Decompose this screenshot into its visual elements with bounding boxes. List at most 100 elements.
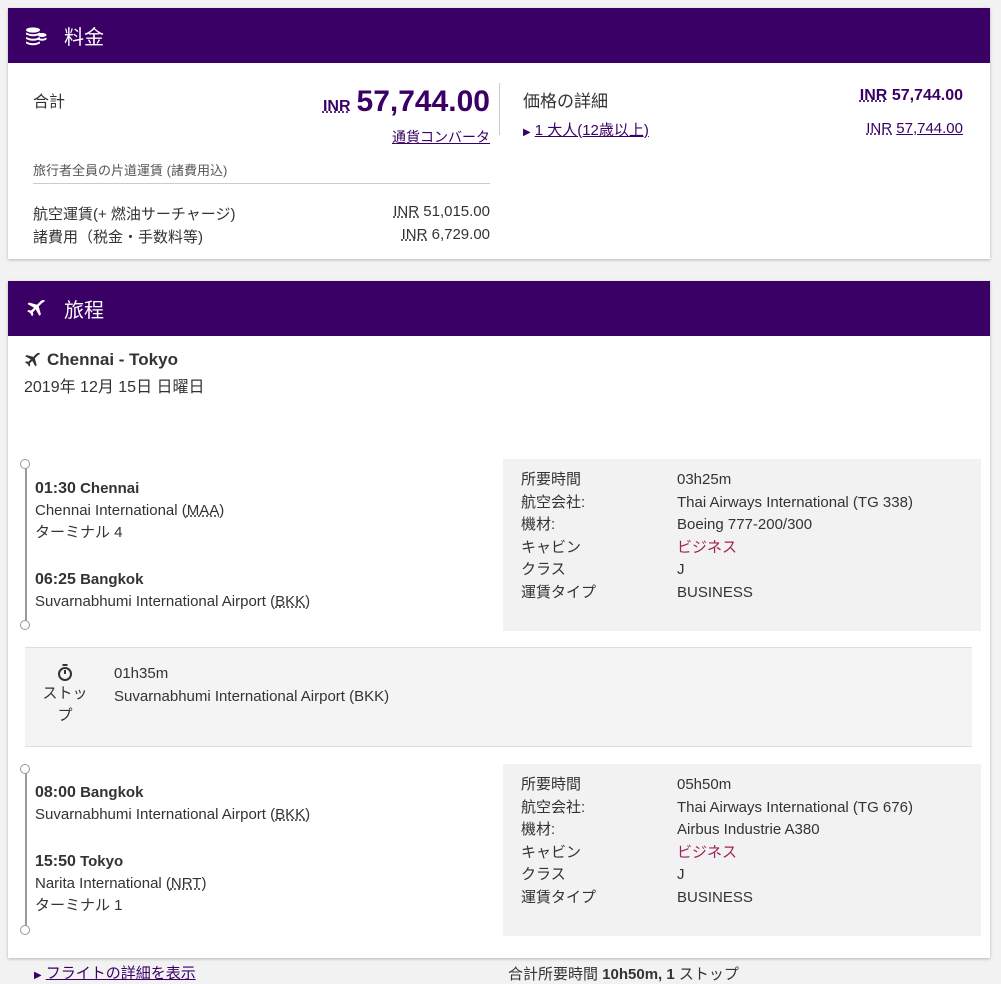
arr-terminal: ターミナル 1 [35,897,123,914]
fee-amount: 51,015.00 [423,203,490,220]
detail-label: 航空会社: [521,798,586,816]
airplane-icon [24,352,41,369]
route-date: 2019年 12月 15日 日曜日 [24,379,205,396]
stop-airport: Suvarnabhumi International Airport (BKK) [114,688,390,705]
total-stops-count: 1 [662,966,675,983]
segment-1-details: 所要時間 03h25m 航空会社: Thai Airways Internation… [503,459,981,631]
dep-code[interactable]: MAA [187,502,220,519]
stop-label-line2: プ [57,707,73,724]
dep-time: 08:00 [35,784,76,801]
detail-label: 運賃タイプ [521,583,597,601]
arr-city: Bangkok [80,571,144,588]
route-title: Chennai - Tokyo [24,350,178,370]
dep-city: Chennai [80,480,140,497]
detail-label: 機材: [521,516,556,533]
details-currency[interactable]: INR [860,87,888,104]
itinerary-panel: 旅程 Chennai - Tokyo 2019年 12月 15日 日曜日 01:… [8,281,990,983]
timeline-dot [20,925,30,935]
airplane-icon [24,297,48,321]
detail-value: Airbus Industrie A380 [677,821,820,838]
route-text: Chennai - Tokyo [47,350,178,369]
timeline-line [25,769,27,930]
total-duration-summary: 合計所要時間 10h50m, 1 ストップ [508,963,739,984]
segment-1-arrival: 06:25 Bangkok Suvarnabhumi International… [35,569,310,613]
dep-airport: Chennai International ( [35,502,187,519]
total-amount-value: 57,744.00 [356,85,490,118]
stop-box: ストッ プ 01h35m Suvarnabhumi International … [25,647,972,747]
detail-value: Thai Airways International (TG 338) [677,493,913,511]
detail-value: BUSINESS [677,888,753,906]
itinerary-header: 旅程 [8,281,990,336]
total-duration: 10h50m, [602,966,663,983]
detail-label: キャビン [521,843,582,861]
stop-label-line1: ストッ [42,685,88,702]
total-label: 合計 [33,94,66,111]
detail-value: 03h25m [677,471,732,488]
segment-2-departure: 08:00 Bangkok Suvarnabhumi International… [35,782,310,826]
triangle-right-icon: ▶ [34,970,42,981]
detail-value: J [677,561,685,578]
detail-value: 05h50m [677,776,732,793]
fee-row-airfare: 航空運賃(+ 燃油サーチャージ) INR 51,015.00 [33,203,490,224]
arr-city: Tokyo [80,853,124,870]
flight-details-label: フライトの詳細を表示 [45,965,196,982]
vertical-divider [499,83,500,135]
price-details-label: 価格の詳細 [523,92,608,111]
currency-converter-link[interactable]: 通貨コンバータ [392,127,490,147]
dep-airport: Suvarnabhumi International Airport ( [35,806,276,823]
adult-amount: INR 57,744.00 [866,120,963,137]
coins-icon [24,24,48,48]
dep-time: 01:30 [35,480,76,497]
adult-label: 1 大人(12歳以上) [534,122,649,139]
details-amount-value: 57,744.00 [891,87,963,104]
adult-currency[interactable]: INR [866,120,892,137]
detail-label: 所要時間 [521,471,582,488]
detail-label: 機材: [521,821,556,838]
detail-value: J [677,866,685,883]
arr-airport: Narita International ( [35,875,171,892]
detail-value: ビジネス [677,538,738,556]
detail-label: 航空会社: [521,493,586,511]
total-amount: INR 57,744.00 [323,85,490,119]
dep-city: Bangkok [80,784,144,801]
fee-currency[interactable]: INR [393,203,419,220]
arr-time: 06:25 [35,571,76,588]
price-header: 料金 [8,8,990,63]
stop-duration: 01h35m [114,665,169,682]
stop-label: ストッ プ [39,664,91,727]
fee-label: 諸費用（税金・手数料等) [33,229,203,246]
arr-time: 15:50 [35,853,76,870]
detail-label: 運賃タイプ [521,888,597,906]
arr-code[interactable]: BKK [275,593,305,610]
paren: ) [305,806,311,823]
segment-1-departure: 01:30 Chennai Chennai International (MAA… [35,478,224,544]
dep-code[interactable]: BKK [275,806,305,823]
triangle-right-icon: ▶ [523,127,531,138]
detail-label: クラス [521,561,566,578]
timeline-line [25,464,27,625]
paren: ) [219,502,225,519]
arr-airport: Suvarnabhumi International Airport ( [35,593,276,610]
price-panel: 料金 合計 INR 57,744.00 通貨コンバータ 旅行者全員の片道運賃 (… [8,8,990,259]
fee-currency[interactable]: INR [402,226,428,243]
segment-2-arrival: 15:50 Tokyo Narita International (NRT) タ… [35,851,206,917]
timeline-dot [20,620,30,630]
detail-label: キャビン [521,538,582,556]
total-prefix: 合計所要時間 [508,966,603,983]
detail-value: BUSINESS [677,583,753,601]
adult-expand-link[interactable]: ▶ 1 大人(12歳以上) [523,119,649,140]
total-currency[interactable]: INR [323,98,351,116]
price-header-title: 料金 [64,27,104,49]
oneway-note: 旅行者全員の片道運賃 (諸費用込) [33,163,228,178]
arr-code[interactable]: NRT [171,875,202,892]
detail-value: Thai Airways International (TG 676) [677,798,913,816]
detail-label: クラス [521,866,566,883]
paren: ) [201,875,207,892]
detail-label: 所要時間 [521,776,582,793]
flight-details-link[interactable]: ▶ フライトの詳細を表示 [34,962,196,983]
fee-row-taxes: 諸費用（税金・手数料等) INR 6,729.00 [33,226,490,247]
paren: ) [305,593,311,610]
divider [33,183,490,184]
adult-amount-value: 57,744.00 [896,120,963,137]
detail-value: Boeing 777-200/300 [677,516,813,533]
